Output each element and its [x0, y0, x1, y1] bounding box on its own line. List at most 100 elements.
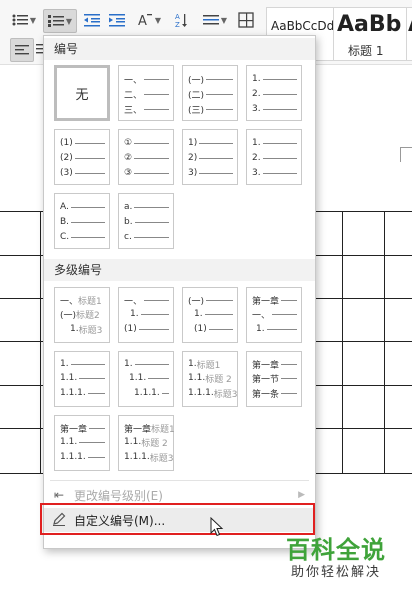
border-button[interactable] [236, 9, 256, 31]
numbering-tile[interactable]: 1. 2. 3. [246, 129, 302, 185]
number-label: ③ [124, 168, 133, 178]
bullet-list-button[interactable]: ▼ [8, 9, 40, 31]
section-header-numbering: 编号 [44, 38, 315, 60]
numbering-tile[interactable]: (1) (2) (3) [54, 129, 110, 185]
numbering-tile[interactable]: a. b. c. [118, 193, 174, 249]
number-label: 1.1.1. [124, 452, 150, 462]
increase-indent-button[interactable] [107, 9, 127, 31]
numbering-tile[interactable]: 一、 二、 三、 [118, 65, 174, 121]
multilevel-tile[interactable]: 第一章 1.1. 1.1.1. [54, 415, 110, 471]
style-sample: AaBbCcDd [271, 19, 335, 33]
number-label: 1.1. [124, 437, 142, 447]
number-label: b. [124, 217, 133, 227]
number-label: 1.1.1. [60, 388, 86, 398]
table-line [384, 211, 385, 473]
numbering-tile[interactable]: 1) 2) 3) [182, 129, 238, 185]
number-label: 第一节 [252, 374, 280, 385]
number-label: 一、 [124, 75, 143, 86]
number-label: 1. [60, 359, 69, 369]
number-label: ① [124, 138, 133, 148]
align-left-icon [15, 45, 29, 55]
decrease-indent-button[interactable] [82, 9, 102, 31]
numbering-dropdown: 编号 无 一、 二、 三、 (一) (二) (三) 1. 2. 3. (1) (… [40, 35, 316, 549]
number-label: ② [124, 153, 133, 163]
number-label: 第一章 [60, 424, 88, 435]
section-header-multilevel: 多级编号 [44, 259, 315, 281]
style-name: 标题 1 [348, 44, 384, 58]
heading-label: 标题2 [76, 310, 100, 321]
margin-corner-mark [400, 147, 412, 162]
numbering-tile[interactable]: 1. 2. 3. [246, 65, 302, 121]
chevron-right-icon: ▶ [298, 490, 305, 500]
numbering-tile[interactable]: A. B. C. [54, 193, 110, 249]
number-label: (一) [60, 310, 77, 321]
sort-button[interactable]: AZ [171, 9, 191, 31]
watermark-title: 百科全说 [286, 536, 386, 564]
number-label: 1.1. [129, 373, 147, 383]
number-label: 第一条 [252, 389, 280, 400]
number-label: 一、 [60, 296, 79, 307]
multilevel-tile[interactable]: 一、 1. (1) [118, 287, 174, 343]
number-label: a. [124, 202, 133, 212]
menu-divider [50, 480, 309, 481]
style-heading-2[interactable]: A [406, 7, 412, 61]
number-label: 1. [124, 359, 133, 369]
multilevel-tile[interactable]: 一、 标题1 (一) 标题2 1. 标题3 [54, 287, 110, 343]
multilevel-tile[interactable]: 第一章 标题1 1.1. 标题 2 1.1.1. 标题3 [118, 415, 175, 471]
number-label: 2) [188, 153, 198, 163]
heading-label: 标题 2 [141, 438, 168, 449]
number-label: 1.1. [60, 437, 78, 447]
multilevel-tile[interactable]: 1. 1.1. 1.1.1. [118, 351, 174, 407]
number-label: 3. [252, 168, 261, 178]
number-label: 二、 [124, 90, 143, 101]
chevron-down-icon: ▼ [65, 16, 73, 26]
number-label: (3) [60, 168, 73, 178]
style-heading-1[interactable]: AaBb 标题 1 [333, 7, 407, 61]
svg-text:A: A [175, 13, 180, 21]
heading-label: 标题1 [196, 360, 221, 371]
change-case-button[interactable]: A ▼ [134, 9, 164, 31]
numbering-tile[interactable]: (一) (二) (三) [182, 65, 238, 121]
multilevel-tile[interactable]: (一) 1. (1) [182, 287, 238, 343]
change-level-label: 更改编号级别(E) [74, 488, 163, 503]
heading-label: 标题3 [149, 453, 174, 464]
number-label: 3) [188, 168, 198, 178]
number-label: 1. [188, 359, 197, 369]
heading-label: 标题3 [213, 389, 238, 400]
mouse-cursor-icon [210, 517, 224, 537]
multilevel-tile[interactable]: 1. 标题1 1.1. 标题 2 1.1.1. 标题3 [182, 351, 238, 407]
increase-indent-icon [109, 14, 125, 27]
number-label: 3. [252, 104, 261, 114]
number-label: 1. [256, 324, 265, 334]
multilevel-tile[interactable]: 第一章 一、 1. [246, 287, 302, 343]
number-label: 1. [252, 74, 261, 84]
svg-text:A: A [138, 14, 147, 27]
number-label: 1) [188, 138, 198, 148]
text-case-icon: A [138, 14, 152, 27]
numbered-list-button[interactable]: ▼ [43, 9, 77, 33]
number-label: (2) [60, 153, 73, 163]
number-label: C. [60, 232, 70, 242]
number-label: 1. [70, 324, 79, 334]
number-label: B. [60, 217, 70, 227]
none-label: 无 [75, 87, 89, 103]
number-label: A. [60, 202, 69, 212]
paragraph-spacing-icon [202, 15, 219, 25]
list-level-icon: ⇤ [53, 488, 65, 502]
svg-text:Z: Z [175, 21, 180, 28]
heading-label: 标题 2 [205, 374, 232, 385]
multilevel-tile[interactable]: 1. 1.1. 1.1.1. [54, 351, 110, 407]
watermark-subtitle: 助你轻松解决 [290, 565, 381, 580]
watermark: 百科全说 助你轻松解决 [286, 536, 386, 582]
number-label: 1.1.1. [188, 388, 214, 398]
chevron-down-icon: ▼ [220, 15, 228, 25]
number-label: (1) [194, 324, 207, 334]
multilevel-tile[interactable]: 第一章 第一节 第一条 [246, 351, 302, 407]
align-left-button[interactable] [10, 38, 34, 62]
number-label: 第一章 [124, 424, 152, 435]
numbering-tile[interactable]: ① ② ③ [118, 129, 174, 185]
numbering-none-tile[interactable]: 无 [54, 65, 110, 121]
number-label: 1. [194, 309, 203, 319]
number-label: 1.1.1. [134, 388, 160, 398]
paragraph-spacing-button[interactable]: ▼ [200, 9, 230, 31]
